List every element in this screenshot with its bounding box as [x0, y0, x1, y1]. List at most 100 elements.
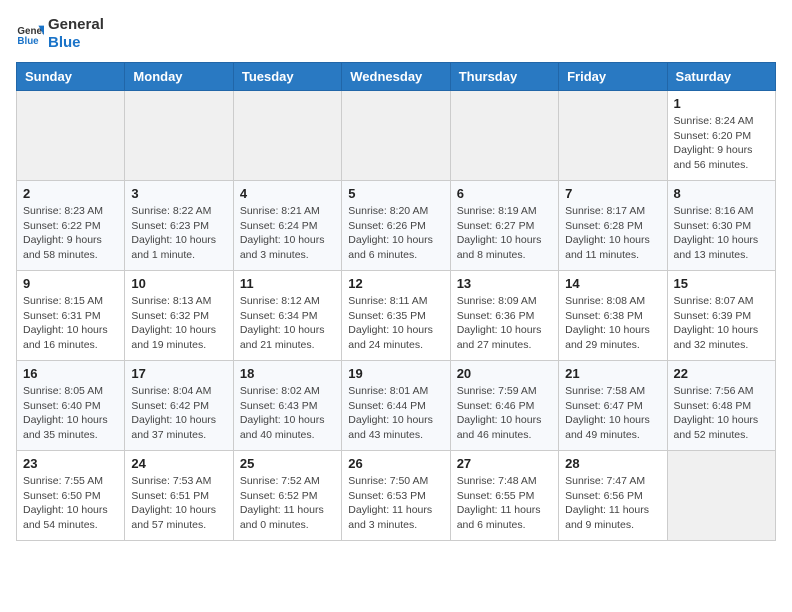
calendar-cell	[17, 91, 125, 181]
calendar-cell: 23 Sunrise: 7:55 AM Sunset: 6:50 PM Dayli…	[17, 451, 125, 541]
day-info: Sunrise: 8:23 AM Sunset: 6:22 PM Dayligh…	[23, 204, 118, 263]
day-info: Sunrise: 7:56 AM Sunset: 6:48 PM Dayligh…	[674, 384, 769, 443]
day-number: 27	[457, 456, 552, 471]
day-number: 10	[131, 276, 226, 291]
day-info: Sunrise: 8:24 AM Sunset: 6:20 PM Dayligh…	[674, 114, 769, 173]
weekday-header-saturday: Saturday	[667, 63, 775, 91]
day-info: Sunrise: 8:12 AM Sunset: 6:34 PM Dayligh…	[240, 294, 335, 353]
day-info: Sunrise: 7:52 AM Sunset: 6:52 PM Dayligh…	[240, 474, 335, 533]
logo-text: GeneralBlue	[48, 16, 104, 52]
weekday-header-friday: Friday	[559, 63, 667, 91]
calendar-cell: 1 Sunrise: 8:24 AM Sunset: 6:20 PM Daylig…	[667, 91, 775, 181]
day-number: 4	[240, 186, 335, 201]
day-number: 12	[348, 276, 443, 291]
day-number: 2	[23, 186, 118, 201]
calendar-cell: 6 Sunrise: 8:19 AM Sunset: 6:27 PM Daylig…	[450, 181, 558, 271]
calendar-cell: 21 Sunrise: 7:58 AM Sunset: 6:47 PM Dayli…	[559, 361, 667, 451]
weekday-header-sunday: Sunday	[17, 63, 125, 91]
day-number: 14	[565, 276, 660, 291]
calendar-cell: 20 Sunrise: 7:59 AM Sunset: 6:46 PM Dayli…	[450, 361, 558, 451]
calendar-header-row: SundayMondayTuesdayWednesdayThursdayFrid…	[17, 63, 776, 91]
day-number: 26	[348, 456, 443, 471]
day-info: Sunrise: 8:09 AM Sunset: 6:36 PM Dayligh…	[457, 294, 552, 353]
calendar-cell: 10 Sunrise: 8:13 AM Sunset: 6:32 PM Dayli…	[125, 271, 233, 361]
calendar-cell: 8 Sunrise: 8:16 AM Sunset: 6:30 PM Daylig…	[667, 181, 775, 271]
day-info: Sunrise: 8:02 AM Sunset: 6:43 PM Dayligh…	[240, 384, 335, 443]
day-number: 20	[457, 366, 552, 381]
weekday-header-wednesday: Wednesday	[342, 63, 450, 91]
calendar-week-1: 1 Sunrise: 8:24 AM Sunset: 6:20 PM Daylig…	[17, 91, 776, 181]
day-number: 25	[240, 456, 335, 471]
logo-icon: General Blue	[16, 20, 44, 48]
calendar-cell: 22Sunrise: 7:56 AM Sunset: 6:48 PM Dayli…	[667, 361, 775, 451]
calendar-week-3: 9 Sunrise: 8:15 AM Sunset: 6:31 PM Daylig…	[17, 271, 776, 361]
calendar-cell	[342, 91, 450, 181]
calendar-cell: 17 Sunrise: 8:04 AM Sunset: 6:42 PM Dayli…	[125, 361, 233, 451]
day-info: Sunrise: 8:22 AM Sunset: 6:23 PM Dayligh…	[131, 204, 226, 263]
calendar-cell: 25 Sunrise: 7:52 AM Sunset: 6:52 PM Dayli…	[233, 451, 341, 541]
weekday-header-monday: Monday	[125, 63, 233, 91]
calendar-cell: 15 Sunrise: 8:07 AM Sunset: 6:39 PM Dayli…	[667, 271, 775, 361]
day-number: 19	[348, 366, 443, 381]
day-info: Sunrise: 7:59 AM Sunset: 6:46 PM Dayligh…	[457, 384, 552, 443]
day-number: 1	[674, 96, 769, 111]
svg-text:Blue: Blue	[17, 36, 39, 47]
day-info: Sunrise: 8:20 AM Sunset: 6:26 PM Dayligh…	[348, 204, 443, 263]
day-info: Sunrise: 8:19 AM Sunset: 6:27 PM Dayligh…	[457, 204, 552, 263]
calendar-cell	[125, 91, 233, 181]
day-number: 23	[23, 456, 118, 471]
day-number: 8	[674, 186, 769, 201]
day-number: 13	[457, 276, 552, 291]
calendar-cell: 2 Sunrise: 8:23 AM Sunset: 6:22 PM Daylig…	[17, 181, 125, 271]
logo: General Blue GeneralBlue	[16, 16, 104, 52]
calendar-cell	[667, 451, 775, 541]
calendar-cell: 13 Sunrise: 8:09 AM Sunset: 6:36 PM Dayli…	[450, 271, 558, 361]
day-number: 16	[23, 366, 118, 381]
day-number: 5	[348, 186, 443, 201]
day-number: 28	[565, 456, 660, 471]
calendar-cell: 16 Sunrise: 8:05 AM Sunset: 6:40 PM Dayli…	[17, 361, 125, 451]
day-number: 21	[565, 366, 660, 381]
calendar-cell: 14Sunrise: 8:08 AM Sunset: 6:38 PM Dayli…	[559, 271, 667, 361]
calendar: SundayMondayTuesdayWednesdayThursdayFrid…	[16, 62, 776, 541]
weekday-header-thursday: Thursday	[450, 63, 558, 91]
calendar-cell: 19 Sunrise: 8:01 AM Sunset: 6:44 PM Dayli…	[342, 361, 450, 451]
day-info: Sunrise: 7:48 AM Sunset: 6:55 PM Dayligh…	[457, 474, 552, 533]
calendar-week-4: 16 Sunrise: 8:05 AM Sunset: 6:40 PM Dayli…	[17, 361, 776, 451]
calendar-cell	[233, 91, 341, 181]
header: General Blue GeneralBlue	[16, 16, 776, 52]
calendar-cell: 3 Sunrise: 8:22 AM Sunset: 6:23 PM Daylig…	[125, 181, 233, 271]
day-info: Sunrise: 8:13 AM Sunset: 6:32 PM Dayligh…	[131, 294, 226, 353]
day-number: 11	[240, 276, 335, 291]
day-info: Sunrise: 8:21 AM Sunset: 6:24 PM Dayligh…	[240, 204, 335, 263]
day-info: Sunrise: 8:05 AM Sunset: 6:40 PM Dayligh…	[23, 384, 118, 443]
calendar-cell: 24 Sunrise: 7:53 AM Sunset: 6:51 PM Dayli…	[125, 451, 233, 541]
day-info: Sunrise: 7:58 AM Sunset: 6:47 PM Dayligh…	[565, 384, 660, 443]
day-number: 17	[131, 366, 226, 381]
day-number: 18	[240, 366, 335, 381]
calendar-week-5: 23 Sunrise: 7:55 AM Sunset: 6:50 PM Dayli…	[17, 451, 776, 541]
day-number: 3	[131, 186, 226, 201]
day-info: Sunrise: 8:04 AM Sunset: 6:42 PM Dayligh…	[131, 384, 226, 443]
day-info: Sunrise: 7:53 AM Sunset: 6:51 PM Dayligh…	[131, 474, 226, 533]
calendar-week-2: 2 Sunrise: 8:23 AM Sunset: 6:22 PM Daylig…	[17, 181, 776, 271]
calendar-cell	[559, 91, 667, 181]
day-info: Sunrise: 7:55 AM Sunset: 6:50 PM Dayligh…	[23, 474, 118, 533]
day-number: 15	[674, 276, 769, 291]
day-number: 7	[565, 186, 660, 201]
day-number: 9	[23, 276, 118, 291]
day-number: 24	[131, 456, 226, 471]
calendar-cell: 7Sunrise: 8:17 AM Sunset: 6:28 PM Daylig…	[559, 181, 667, 271]
calendar-cell: 18 Sunrise: 8:02 AM Sunset: 6:43 PM Dayli…	[233, 361, 341, 451]
day-info: Sunrise: 8:01 AM Sunset: 6:44 PM Dayligh…	[348, 384, 443, 443]
calendar-cell: 28 Sunrise: 7:47 AM Sunset: 6:56 PM Dayli…	[559, 451, 667, 541]
day-info: Sunrise: 7:47 AM Sunset: 6:56 PM Dayligh…	[565, 474, 660, 533]
day-info: Sunrise: 8:15 AM Sunset: 6:31 PM Dayligh…	[23, 294, 118, 353]
calendar-cell: 9 Sunrise: 8:15 AM Sunset: 6:31 PM Daylig…	[17, 271, 125, 361]
calendar-cell: 26 Sunrise: 7:50 AM Sunset: 6:53 PM Dayli…	[342, 451, 450, 541]
day-number: 6	[457, 186, 552, 201]
day-info: Sunrise: 7:50 AM Sunset: 6:53 PM Dayligh…	[348, 474, 443, 533]
day-info: Sunrise: 8:16 AM Sunset: 6:30 PM Dayligh…	[674, 204, 769, 263]
weekday-header-tuesday: Tuesday	[233, 63, 341, 91]
day-info: Sunrise: 8:07 AM Sunset: 6:39 PM Dayligh…	[674, 294, 769, 353]
